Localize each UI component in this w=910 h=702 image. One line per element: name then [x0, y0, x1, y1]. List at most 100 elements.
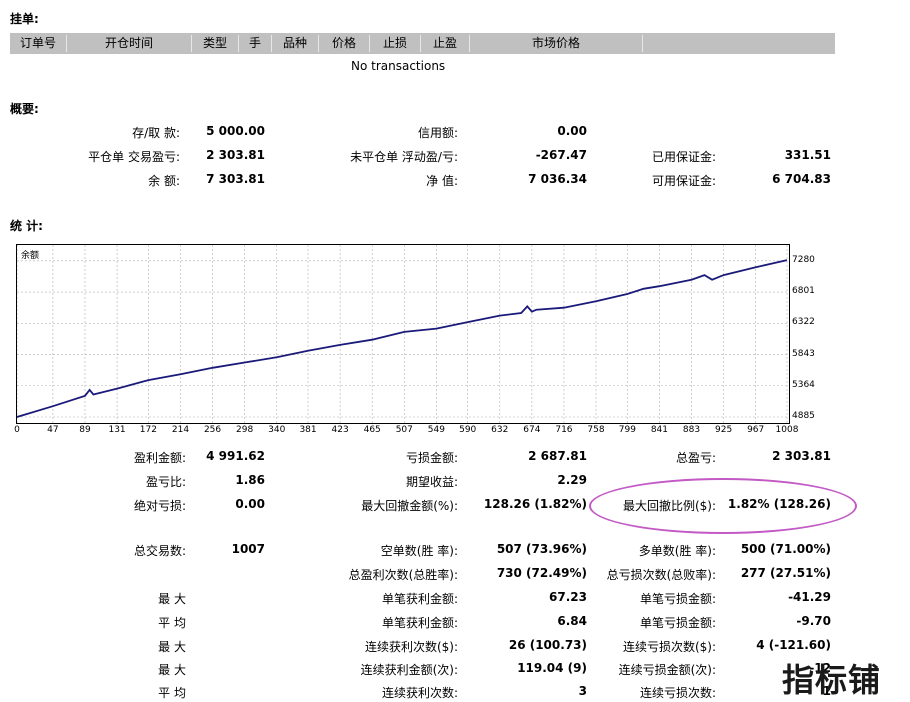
summary-value: 2 303.81: [206, 148, 265, 162]
chart-x-tick-label: 214: [171, 425, 190, 435]
stats-label: 总亏损次数(总败率):: [606, 568, 716, 582]
chart-x-tick-label: 883: [682, 425, 701, 435]
summary-label: 净 值:: [426, 174, 458, 188]
stats-value: 2 687.81: [528, 449, 587, 463]
stats-label: 最 大: [158, 592, 186, 606]
stats-value: 128.26 (1.82%): [483, 497, 587, 511]
chart-y-tick-label: 5364: [792, 379, 815, 390]
col-price: 价格: [331, 36, 356, 50]
chart-x-tick-label: 799: [618, 425, 636, 435]
stats-value: 119.04 (9): [517, 661, 587, 675]
summary-label: 可用保证金:: [651, 174, 716, 188]
stats-label: 亏损金额:: [405, 451, 458, 465]
chart-x-tick-label: 549: [427, 425, 445, 435]
balance-series-line: [16, 259, 788, 418]
highlight-ellipse: [589, 478, 857, 534]
stats-value: 4 (-121.60): [756, 638, 831, 652]
chart-x-tick-label: 925: [715, 425, 733, 435]
stats-value: -41.29: [788, 590, 831, 604]
chart-x-tick-label: 841: [650, 425, 669, 435]
stats-value: 277 (27.51%): [740, 566, 831, 580]
watermark-logo: 指标铺: [782, 661, 882, 699]
chart-x-tick-label: 674: [523, 425, 541, 435]
chart-x-tick-label: 47: [47, 425, 59, 435]
summary-value: 5 000.00: [206, 124, 265, 138]
pending-section-title: 挂单:: [10, 12, 39, 26]
balance-chart: 余额: [16, 244, 790, 424]
chart-x-tick-label: 758: [587, 425, 605, 435]
summary-label: 未平仓单 浮动盈/亏:: [350, 150, 458, 164]
chart-title: 余额: [21, 251, 40, 261]
stats-value: 2.29: [557, 473, 587, 487]
chart-y-tick-label: 5843: [792, 348, 815, 359]
chart-x-tick-label: 507: [395, 425, 413, 435]
stats-label: 平 均: [158, 686, 186, 700]
stats-value: 26 (100.73): [508, 638, 587, 652]
chart-x-tick-label: 172: [139, 425, 157, 435]
chart-y-tick-label: 6322: [792, 317, 815, 328]
col-open-time: 开仓时间: [104, 36, 153, 50]
chart-x-tick-label: 590: [459, 425, 477, 435]
stats-value: -9.70: [796, 614, 831, 628]
stats-value: 3: [578, 684, 587, 698]
stats-value: 500 (71.00%): [740, 542, 831, 556]
stats-label: 最大回撤金额(%):: [361, 499, 458, 513]
stats-value: 67.23: [549, 590, 587, 604]
summary-value: 7 036.34: [528, 172, 587, 186]
stats-label: 连续获利金额(次):: [360, 663, 458, 677]
chart-x-tick-label: 0: [14, 425, 20, 435]
chart-x-tick-label: 423: [331, 425, 349, 435]
chart-x-tick-label: 716: [555, 425, 573, 435]
stats-label: 最 大: [158, 663, 186, 677]
stats-label: 连续亏损次数:: [639, 686, 716, 700]
pending-empty-text: No transactions: [351, 59, 446, 73]
chart-y-tick-label: 6801: [792, 286, 815, 297]
chart-y-tick-label: 4885: [792, 411, 815, 421]
stats-value: 507 (73.96%): [496, 542, 587, 556]
stats-label: 平 均: [158, 616, 186, 630]
stats-value: 1007: [231, 542, 265, 556]
balance-chart-svg: [16, 245, 789, 423]
chart-x-tick-label: 632: [491, 425, 509, 435]
col-take-profit: 止盈: [432, 36, 457, 50]
chart-x-tick-label: 256: [203, 425, 222, 435]
stats-value: 6.84: [557, 614, 587, 628]
col-stop-loss: 止损: [382, 36, 407, 50]
stats-value: 730 (72.49%): [496, 566, 587, 580]
stats-label: 单笔亏损金额:: [639, 592, 716, 606]
stats-label: 总交易数:: [133, 544, 186, 558]
summary-value: 7 303.81: [206, 172, 265, 186]
summary-section-title: 概要:: [10, 102, 39, 116]
chart-x-tick-label: 381: [299, 425, 317, 435]
stats-label: 盈利金额:: [133, 451, 186, 465]
stats-value: 2 303.81: [772, 449, 831, 463]
col-symbol: 品种: [282, 36, 307, 50]
stats-label: 空单数(胜 率):: [380, 544, 458, 558]
stats-label: 单笔亏损金额:: [639, 616, 716, 630]
summary-label: 存/取 款:: [132, 126, 180, 140]
summary-label: 平仓单 交易盈亏:: [88, 150, 180, 164]
summary-label: 余 额:: [148, 174, 180, 188]
col-type: 类型: [202, 36, 227, 50]
chart-x-tick-label: 1008: [775, 425, 799, 435]
summary-value: -267.47: [535, 148, 587, 162]
stats-label: 盈亏比:: [145, 475, 186, 489]
stats-value: 0.00: [235, 497, 265, 511]
summary-value: 6 704.83: [772, 172, 831, 186]
stats-label: 最 大: [158, 640, 186, 654]
stats-label: 单笔获利金额:: [381, 592, 458, 606]
stats-value: 1.86: [235, 473, 265, 487]
stats-label: 连续亏损金额(次):: [618, 663, 716, 677]
summary-value: 0.00: [557, 124, 587, 138]
chart-x-tick-label: 298: [236, 425, 254, 435]
summary-label: 已用保证金:: [651, 150, 716, 164]
chart-x-tick-label: 967: [747, 425, 765, 435]
summary-value: 331.51: [784, 148, 831, 162]
stats-label: 总盈亏:: [675, 451, 716, 465]
stats-label: 连续获利次数:: [381, 686, 458, 700]
stats-label: 期望收益:: [405, 475, 458, 489]
stats-value: 4 991.62: [206, 449, 265, 463]
chart-x-tick-label: 131: [108, 425, 126, 435]
stats-label: 单笔获利金额:: [381, 616, 458, 630]
stats-label: 多单数(胜 率):: [638, 544, 716, 558]
